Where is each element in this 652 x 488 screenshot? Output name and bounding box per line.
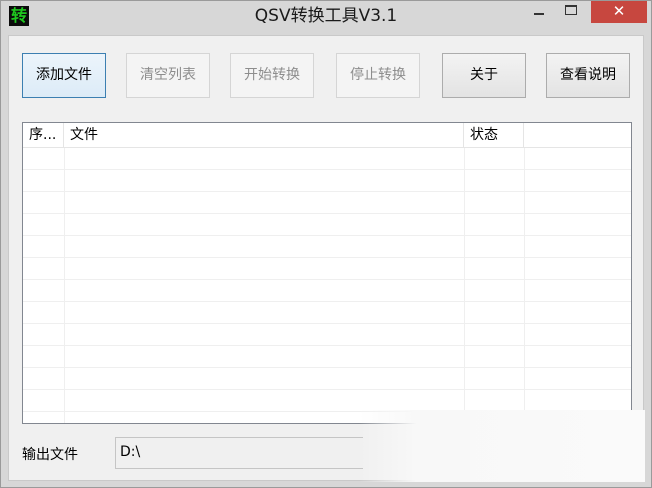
empty-row — [23, 148, 631, 170]
start-convert-button[interactable]: 开始转换 — [230, 53, 314, 98]
minimize-icon — [534, 13, 544, 15]
empty-row — [23, 324, 631, 346]
add-file-button[interactable]: 添加文件 — [22, 53, 106, 98]
output-path-field[interactable]: D:\ — [115, 437, 363, 469]
empty-row — [23, 302, 631, 324]
empty-row — [23, 390, 631, 412]
empty-row — [23, 368, 631, 390]
maximize-icon — [565, 5, 577, 15]
file-list[interactable]: 序... 文件 状态 — [22, 122, 632, 424]
close-icon: ✕ — [612, 2, 626, 20]
column-header-extra[interactable] — [524, 123, 631, 148]
maximize-button[interactable] — [557, 1, 585, 23]
empty-row — [23, 214, 631, 236]
close-button[interactable]: ✕ — [591, 1, 647, 23]
minimize-button[interactable] — [525, 1, 553, 23]
empty-row — [23, 170, 631, 192]
clear-list-button[interactable]: 清空列表 — [126, 53, 210, 98]
main-window: 转 QSV转换工具V3.1 ✕ 添加文件 清空列表 开始转换 停止转换 关于 查… — [0, 0, 652, 488]
list-header: 序... 文件 状态 — [23, 123, 631, 148]
column-header-status[interactable]: 状态 — [464, 123, 524, 148]
column-header-file[interactable]: 文件 — [64, 123, 464, 148]
empty-row — [23, 280, 631, 302]
empty-row — [23, 258, 631, 280]
empty-row — [23, 236, 631, 258]
window-title: QSV转换工具V3.1 — [254, 6, 398, 26]
client-area: 添加文件 清空列表 开始转换 停止转换 关于 查看说明 序... 文件 状态 输… — [8, 35, 645, 482]
about-button[interactable]: 关于 — [442, 53, 526, 98]
empty-row — [23, 192, 631, 214]
empty-row — [23, 346, 631, 368]
view-help-button[interactable]: 查看说明 — [546, 53, 630, 98]
output-label: 输出文件 — [22, 447, 78, 463]
title-bar[interactable]: 转 QSV转换工具V3.1 ✕ — [1, 1, 651, 31]
column-header-index[interactable]: 序... — [23, 123, 64, 148]
stop-convert-button[interactable]: 停止转换 — [336, 53, 420, 98]
fade-overlay — [359, 410, 645, 482]
